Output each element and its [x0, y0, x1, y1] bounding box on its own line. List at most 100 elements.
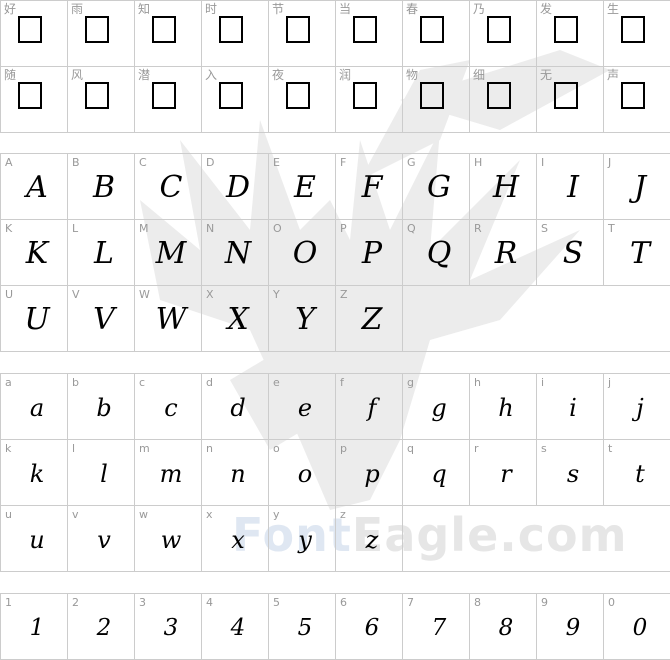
glyph-cell: uu: [1, 506, 68, 572]
glyph-sample: E: [294, 170, 316, 205]
glyph-sample: J: [633, 170, 647, 205]
glyph-sample: u: [29, 526, 45, 554]
glyph-label: O: [273, 222, 282, 235]
glyph-label: Q: [407, 222, 416, 235]
glyph-cell: 33: [135, 594, 202, 660]
glyph-cell: 时: [202, 1, 269, 67]
glyph-label: f: [340, 376, 344, 389]
glyph-cell: mm: [135, 440, 202, 506]
missing-glyph-box-icon: [18, 16, 42, 43]
glyph-label: s: [541, 442, 547, 455]
glyph-label: g: [407, 376, 414, 389]
glyph-cell: ww: [135, 506, 202, 572]
glyph-cell: cc: [135, 374, 202, 440]
glyph-sample: M: [155, 236, 187, 271]
glyph-sample: S: [562, 236, 584, 271]
glyph-label: d: [206, 376, 213, 389]
glyph-sample: j: [636, 394, 644, 422]
glyph-label: F: [340, 156, 347, 169]
glyph-sample: V: [93, 302, 115, 337]
glyph-cell: 66: [336, 594, 403, 660]
glyph-cell: PP: [336, 220, 403, 286]
glyph-cell: 77: [403, 594, 470, 660]
glyph-label: 乃: [473, 2, 486, 16]
missing-glyph-box-icon: [152, 16, 176, 43]
glyph-sample: Y: [295, 302, 315, 337]
glyph-label: Y: [273, 288, 280, 301]
glyph-cell: 节: [269, 1, 336, 67]
glyph-sample: 9: [565, 614, 581, 641]
missing-glyph-box-icon: [621, 16, 645, 43]
glyph-label: 1: [5, 596, 12, 609]
glyph-sample: 1: [29, 614, 45, 641]
glyph-cell: 55: [269, 594, 336, 660]
glyph-cell: 99: [537, 594, 604, 660]
glyph-sample: r: [500, 460, 512, 488]
glyph-label: 随: [4, 68, 17, 82]
glyph-label: 润: [339, 68, 352, 82]
missing-glyph-box-icon: [219, 16, 243, 43]
glyph-label: Z: [340, 288, 348, 301]
glyph-cell: gg: [403, 374, 470, 440]
glyph-cell: yy: [269, 506, 336, 572]
glyph-label: w: [139, 508, 148, 521]
glyph-sample: k: [29, 460, 45, 488]
glyph-cell: NN: [202, 220, 269, 286]
glyph-cell: 润: [336, 67, 403, 133]
glyph-label: b: [72, 376, 79, 389]
glyph-label: 当: [339, 2, 352, 16]
glyph-cell: WW: [135, 286, 202, 352]
glyph-label: 6: [340, 596, 347, 609]
glyph-cell: 物: [403, 67, 470, 133]
glyph-sample: C: [159, 170, 183, 205]
glyph-label: X: [206, 288, 214, 301]
glyph-cell: BB: [68, 154, 135, 220]
glyph-label: e: [273, 376, 280, 389]
glyph-label: h: [474, 376, 481, 389]
glyph-label: 细: [473, 68, 486, 82]
glyph-label: n: [206, 442, 213, 455]
glyph-label: N: [206, 222, 215, 235]
missing-glyph-box-icon: [152, 82, 176, 109]
cjk-grid: 好 雨 知 时 节 当 春 乃 发 生随 风 潜 入 夜 润 物 细 无 声: [0, 0, 670, 133]
glyph-cell: rr: [470, 440, 537, 506]
glyph-cell: 乃: [470, 1, 537, 67]
missing-glyph-box-icon: [85, 82, 109, 109]
glyph-label: l: [72, 442, 76, 455]
glyph-sample: H: [492, 170, 520, 205]
glyph-cell: bb: [68, 374, 135, 440]
glyph-label: S: [541, 222, 548, 235]
glyph-cell: qq: [403, 440, 470, 506]
glyph-label: x: [206, 508, 213, 521]
glyph-sample: O: [292, 236, 318, 271]
glyph-label: 物: [406, 68, 419, 82]
glyph-sample: 7: [431, 614, 447, 641]
glyph-label: c: [139, 376, 146, 389]
missing-glyph-box-icon: [554, 82, 578, 109]
glyph-cell: 88: [470, 594, 537, 660]
glyph-sample: B: [92, 170, 116, 205]
glyph-sample: 0: [632, 614, 648, 641]
glyph-cell: zz: [336, 506, 403, 572]
glyph-label: 4: [206, 596, 213, 609]
glyph-label: V: [72, 288, 80, 301]
glyph-sample: m: [159, 460, 183, 488]
glyph-label: k: [5, 442, 12, 455]
glyph-sample: l: [100, 460, 108, 488]
glyph-cell: OO: [269, 220, 336, 286]
glyph-label: C: [139, 156, 147, 169]
empty-cell: [537, 506, 604, 572]
glyph-sample: D: [225, 170, 251, 205]
glyph-label: i: [541, 376, 545, 389]
glyph-sample: c: [164, 394, 178, 422]
glyph-sample: o: [297, 460, 313, 488]
glyph-cell: EE: [269, 154, 336, 220]
glyph-sample: 3: [163, 614, 179, 641]
missing-glyph-box-icon: [353, 16, 377, 43]
glyph-sample: Q: [426, 236, 452, 271]
glyph-label: K: [5, 222, 13, 235]
glyph-label: M: [139, 222, 149, 235]
glyph-cell: 好: [1, 1, 68, 67]
glyph-cell: 雨: [68, 1, 135, 67]
glyph-sample: v: [97, 526, 111, 554]
